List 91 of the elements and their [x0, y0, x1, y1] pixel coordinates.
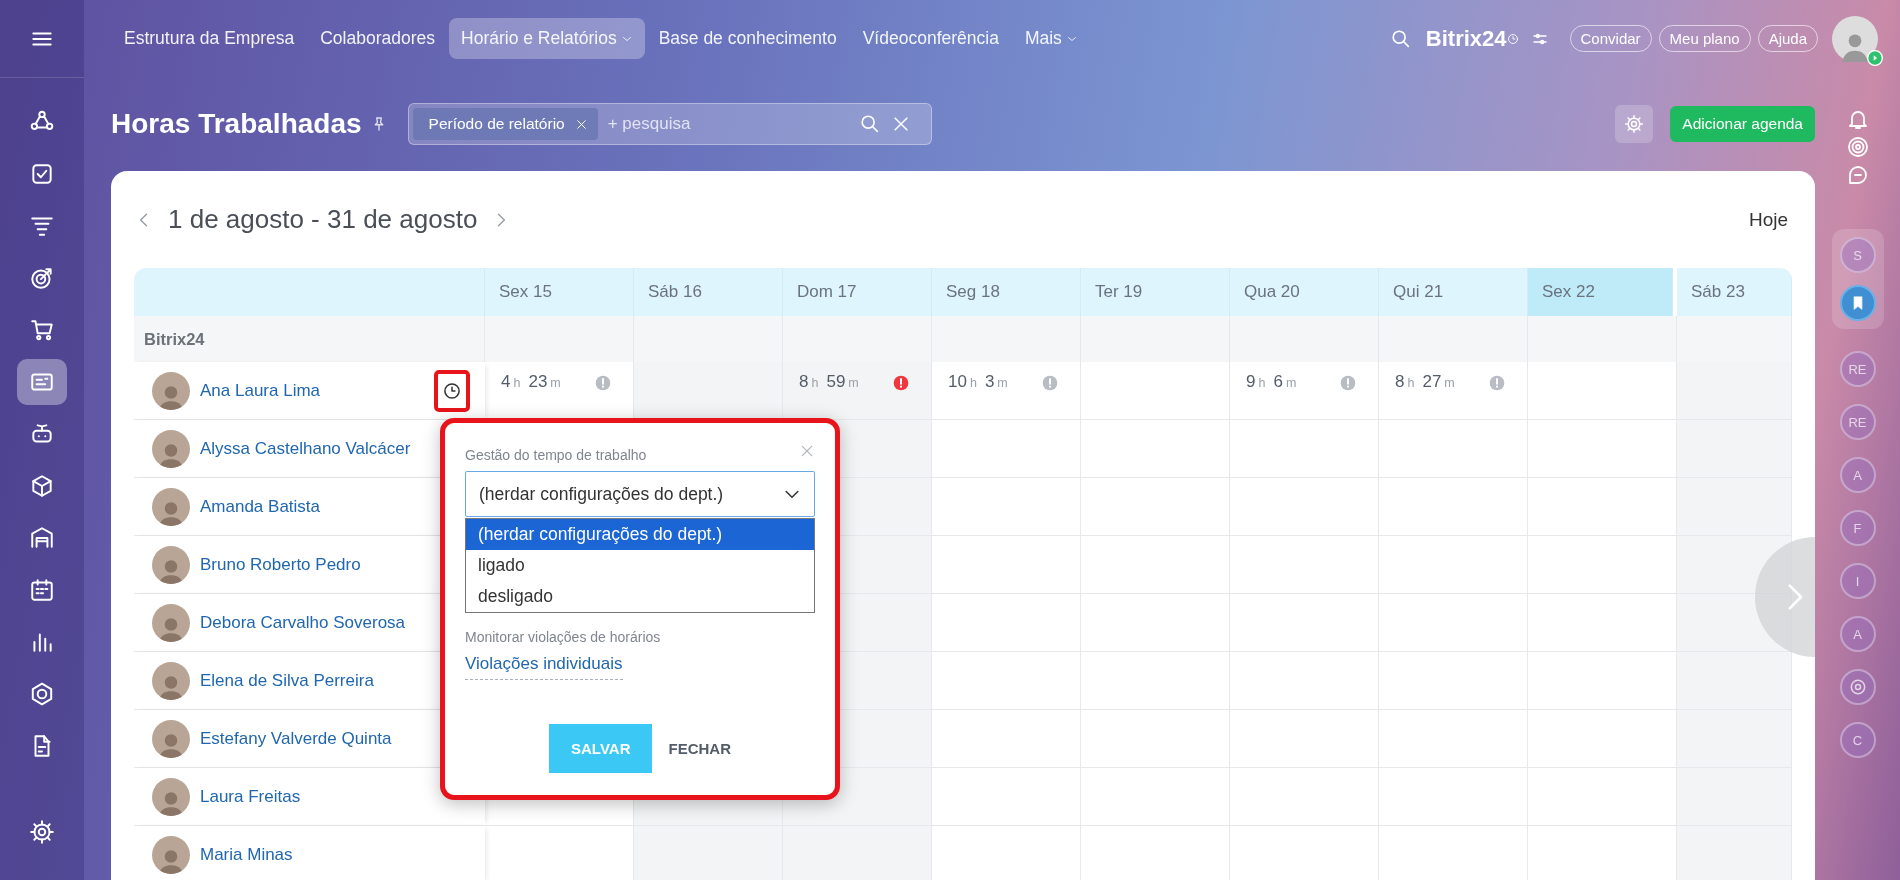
- cube-icon: [29, 473, 55, 499]
- employee-name[interactable]: Maria Minas: [200, 844, 293, 865]
- checkbox-icon: [29, 161, 55, 187]
- employee-name[interactable]: Estefany Valverde Quinta: [200, 728, 392, 749]
- employee-name[interactable]: Debora Carvalho Soverosa: [200, 612, 406, 633]
- garage-icon: [29, 525, 55, 551]
- bookmark-button[interactable]: [1839, 285, 1876, 321]
- hours-value: 8: [1395, 372, 1405, 392]
- hours-unit: h: [513, 376, 521, 390]
- group-label: Bitrix24: [134, 316, 485, 362]
- nav-tab[interactable]: Estrutura da Empresa: [112, 18, 307, 59]
- hours-unit: h: [1258, 376, 1266, 390]
- chat-avatar[interactable]: S: [1839, 237, 1876, 273]
- day-header: Sex 22: [1528, 268, 1673, 316]
- search-button[interactable]: [1389, 27, 1412, 50]
- spiral-icon: [1845, 135, 1870, 159]
- minutes-unit: m: [1444, 376, 1455, 390]
- hours-unit: h: [811, 376, 819, 390]
- hexagon-icon: [29, 681, 55, 707]
- cart-icon: [29, 317, 55, 343]
- nav-tab[interactable]: Horário e Relatórios: [449, 18, 645, 59]
- clock-button[interactable]: [434, 369, 470, 412]
- page-title: Horas Trabalhadas: [111, 108, 362, 140]
- dropdown-option[interactable]: (herdar configurações do dept.): [466, 519, 814, 550]
- day-header: Seg 18: [932, 268, 1081, 316]
- period-label: 1 de agosto - 31 de agosto: [168, 204, 478, 235]
- remove-icon[interactable]: [574, 117, 588, 131]
- minutes-value: 6: [1273, 372, 1283, 392]
- minutes-value: 27: [1422, 372, 1442, 392]
- employee-name[interactable]: Bruno Roberto Pedro: [200, 554, 361, 575]
- target-icon: [29, 265, 55, 291]
- day-header: Sáb 23: [1677, 268, 1792, 316]
- play-badge-icon: [1867, 49, 1883, 66]
- clock-icon: [1506, 32, 1519, 45]
- minutes-unit: m: [997, 376, 1008, 390]
- minutes-unit: m: [1285, 376, 1297, 390]
- settings-icon: [1624, 114, 1645, 134]
- day-header: Sáb 16: [634, 268, 783, 316]
- field-label: Gestão do tempo de trabalho: [465, 447, 647, 463]
- hours-unit: h: [969, 376, 977, 390]
- hours-unit: h: [1407, 376, 1415, 390]
- hours-value: 9: [1246, 372, 1256, 392]
- close-icon: [799, 443, 815, 459]
- filter-chip[interactable]: Período de relatório: [412, 108, 598, 140]
- minutes-unit: m: [848, 376, 859, 390]
- nav-tab[interactable]: Vídeoconferência: [850, 18, 1011, 59]
- calendar-icon: [29, 577, 55, 603]
- logo: Bitrix24: [1425, 25, 1507, 52]
- employee-name[interactable]: Ana Laura Lima: [200, 380, 321, 401]
- today-button[interactable]: Hoje: [1748, 208, 1788, 231]
- select-field[interactable]: (herdar configurações do dept.): [465, 471, 815, 517]
- hours-value: 8: [799, 372, 809, 392]
- day-header: Ter 19: [1081, 268, 1230, 316]
- sidebar-item[interactable]: [17, 359, 67, 405]
- chat-avatar[interactable]: RE: [1839, 404, 1876, 440]
- chat-avatar[interactable]: [1839, 669, 1876, 705]
- dropdown-option[interactable]: ligado: [466, 550, 814, 581]
- settings-icon: [29, 819, 55, 845]
- field-label: Monitorar violações de horários: [465, 629, 662, 645]
- employee-name[interactable]: Alyssa Castelhano Valcácer: [200, 438, 411, 459]
- chip-label: Período de relatório: [428, 115, 565, 133]
- hours-value: 10: [948, 372, 967, 392]
- day-header: Qui 21: [1379, 268, 1528, 316]
- day-header: Sex 15: [485, 268, 634, 316]
- chat-avatar[interactable]: C: [1839, 722, 1876, 758]
- chat-avatar[interactable]: A: [1839, 457, 1876, 493]
- dropdown-option[interactable]: desligado: [466, 581, 814, 612]
- clock-icon: [442, 380, 462, 401]
- minutes-value: 23: [528, 372, 548, 392]
- minutes-unit: m: [550, 376, 561, 390]
- violations-link[interactable]: Violações individuais: [465, 654, 623, 680]
- search-icon: [1389, 27, 1412, 50]
- nav-tab[interactable]: Mais: [1012, 18, 1090, 59]
- chat-avatar[interactable]: F: [1839, 510, 1876, 546]
- nav-tab[interactable]: Colaboradores: [308, 18, 447, 59]
- minutes-value: 3: [984, 372, 995, 392]
- chat-avatar[interactable]: A: [1839, 616, 1876, 652]
- employee-name[interactable]: Elena de Silva Perreira: [200, 670, 374, 691]
- nav-tab[interactable]: Base de conhecimento: [646, 18, 849, 59]
- filter-field[interactable]: Período de relatório + pesquisa: [407, 103, 932, 145]
- minutes-value: 59: [826, 372, 846, 392]
- add-schedule-button[interactable]: Adicionar agenda: [1670, 106, 1815, 142]
- chat-avatar[interactable]: RE: [1839, 351, 1876, 387]
- close-button[interactable]: FECHAR: [668, 740, 731, 757]
- hours-value: 4: [501, 372, 511, 392]
- day-header: Qua 20: [1230, 268, 1379, 316]
- search-icon[interactable]: [858, 113, 881, 135]
- chat-avatar[interactable]: I: [1839, 563, 1876, 599]
- day-header: Dom 17: [783, 268, 932, 316]
- employee-name[interactable]: Amanda Batista: [200, 496, 320, 517]
- employee-name[interactable]: Laura Freitas: [200, 786, 301, 807]
